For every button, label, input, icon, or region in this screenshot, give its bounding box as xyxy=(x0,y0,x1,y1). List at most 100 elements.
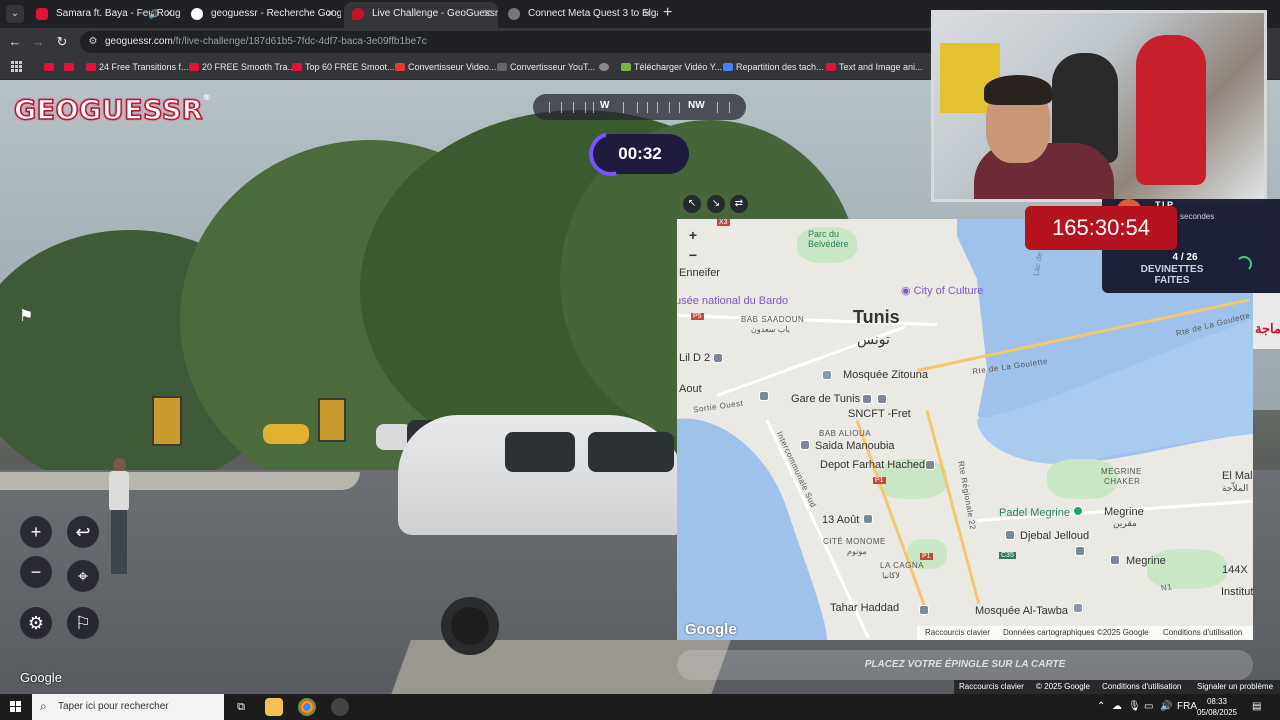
map-label: Parc du xyxy=(808,229,840,239)
bookmark-item[interactable]: Repartition des tach... xyxy=(723,56,824,80)
docs-icon xyxy=(723,63,733,71)
map-label: Aout xyxy=(679,383,702,395)
windows-taskbar: ⌕ Taper ici pour rechercher ⧉ ⌃ ☁ 🎙 ▭ 🔊 … xyxy=(0,694,1280,720)
tab-meta-quest[interactable]: Connect Meta Quest 3 to Elgato ✕ xyxy=(500,2,658,28)
tab-youtube[interactable]: Samara ft. Baya - Feu Rouge 🔊 ✕ xyxy=(28,2,180,28)
bookmark-item[interactable]: 20 FREE Smooth Tra... xyxy=(189,56,295,80)
map-terms-link[interactable]: Conditions d'utilisation xyxy=(1163,628,1242,637)
speaker-icon[interactable]: 🔊 xyxy=(149,2,160,26)
terms-link[interactable]: Conditions d'utilisation xyxy=(1102,682,1181,691)
map-label: 144X xyxy=(1222,564,1248,576)
notifications-icon[interactable]: ▤ xyxy=(1252,694,1261,720)
report-problem-link[interactable]: Signaler un problème xyxy=(1197,682,1273,691)
gaming-chair xyxy=(1136,35,1206,185)
map-label: BAB SAADOUN xyxy=(741,315,805,324)
car-wheel xyxy=(441,597,499,655)
map-label-text: City of Culture xyxy=(913,285,984,297)
microphone-icon[interactable]: 🎙 xyxy=(1128,694,1141,720)
guesses-label: DEVINETTES FAITES xyxy=(1140,264,1204,286)
windows-start-icon[interactable] xyxy=(10,701,22,713)
shrink-map-icon[interactable]: ↘ xyxy=(707,195,725,213)
taxi xyxy=(263,424,309,444)
copyright: © 2025 Google xyxy=(1036,682,1090,691)
tray-chevron-icon[interactable]: ⌃ xyxy=(1097,694,1105,720)
bookmark-youtube-1[interactable] xyxy=(44,56,57,80)
return-to-start-button[interactable]: ⌖ xyxy=(67,560,99,592)
seconds-label: secondes xyxy=(1180,212,1215,221)
registered-mark: ® xyxy=(202,93,212,102)
map-shortcuts-link[interactable]: Raccourcis clavier xyxy=(925,628,990,637)
shortcuts-link[interactable]: Raccourcis clavier xyxy=(959,682,1024,691)
tab-title: Samara ft. Baya - Feu Rouge xyxy=(56,8,180,19)
chrome-icon[interactable] xyxy=(298,698,316,716)
address-bar[interactable]: ⚙ geoguessr.com/fr/live-challenge/187d61… xyxy=(80,31,940,53)
bookmark-label: Télécharger Vidéo Y... xyxy=(634,62,723,72)
map-zoom-out[interactable]: − xyxy=(683,245,703,265)
site-info-icon[interactable]: ⚙ xyxy=(86,35,100,49)
network-icon[interactable]: ☁ xyxy=(1112,694,1122,720)
webcam-overlay xyxy=(931,10,1267,202)
obs-icon[interactable] xyxy=(331,698,349,716)
tab-google-search[interactable]: geoguessr - Recherche Google ✕ xyxy=(183,2,341,28)
expand-map-icon[interactable]: ↖ xyxy=(683,195,701,213)
report-location-icon[interactable]: ⚑ xyxy=(19,306,41,328)
forward-icon[interactable]: → xyxy=(29,33,47,51)
globe-icon xyxy=(599,63,609,71)
new-tab-button[interactable]: + xyxy=(663,4,672,22)
apps-grid-icon[interactable] xyxy=(11,61,23,73)
logo-text: GEOGUESSR xyxy=(13,94,204,127)
youtube-icon xyxy=(292,63,302,71)
route-shield: P5 xyxy=(691,313,704,320)
bookmark-item[interactable]: Télécharger Vidéo Y... xyxy=(621,56,722,80)
tab-search-button[interactable]: ⌄ xyxy=(6,5,24,23)
undo-move-button[interactable]: ↩ xyxy=(67,516,99,548)
volume-icon[interactable]: 🔊 xyxy=(1160,694,1172,720)
back-icon[interactable]: ← xyxy=(6,33,24,51)
bookmark-item[interactable]: 24 Free Transitions f... xyxy=(86,56,189,80)
task-view-icon[interactable]: ⧉ xyxy=(232,698,250,716)
url-host: geoguessr.com xyxy=(105,36,173,47)
flag-button[interactable]: ⚐ xyxy=(67,607,99,639)
bookmark-globe[interactable] xyxy=(599,56,612,80)
close-tab-icon[interactable]: ✕ xyxy=(326,2,335,26)
map-data-credit: Données cartographiques ©2025 Google xyxy=(1003,628,1149,637)
display-icon[interactable]: ▭ xyxy=(1144,694,1153,720)
tab-geoguessr[interactable]: Live Challenge - GeoGuessr ✕ xyxy=(344,2,498,28)
clock[interactable]: 08:33 05/08/2025 xyxy=(1195,696,1239,718)
clock-time: 08:33 xyxy=(1206,697,1228,706)
zoom-out-button[interactable]: − xyxy=(20,556,52,588)
close-tab-icon[interactable]: ✕ xyxy=(165,2,174,26)
settings-button[interactable]: ⚙ xyxy=(20,607,52,639)
loading-spinner-icon xyxy=(1236,256,1252,272)
bookmark-youtube-2[interactable] xyxy=(64,56,77,80)
metro-icon xyxy=(1110,555,1120,565)
close-tab-icon[interactable]: ✕ xyxy=(483,2,492,26)
file-explorer-icon[interactable] xyxy=(265,698,283,716)
map-footer: Raccourcis clavier Données cartographiqu… xyxy=(917,626,1253,640)
geoguessr-logo[interactable]: GEOGUESSR ® xyxy=(13,93,210,127)
map-label: Belvédère xyxy=(808,239,849,249)
bookmark-item[interactable]: Top 60 FREE Smoot... xyxy=(292,56,395,80)
taskbar-search[interactable]: ⌕ Taper ici pour rechercher xyxy=(32,694,224,720)
bookmark-item[interactable]: Convertisseur Video... xyxy=(395,56,496,80)
zoom-in-button[interactable]: + xyxy=(20,516,52,548)
map-label: Tahar Haddad xyxy=(830,602,900,614)
metro-icon xyxy=(800,440,810,450)
map-label: usée national du Bardo xyxy=(677,295,789,307)
google-icon xyxy=(191,8,203,20)
map-label: ◉ City of Culture xyxy=(901,284,983,297)
bookmark-item[interactable]: Convertisseur YouT... xyxy=(497,56,595,80)
place-pin-button[interactable]: PLACEZ VOTRE ÉPINGLE SUR LA CARTE xyxy=(677,650,1253,680)
close-tab-icon[interactable]: ✕ xyxy=(643,2,652,26)
route-shield: P1 xyxy=(873,477,886,484)
reload-icon[interactable]: ↻ xyxy=(53,33,71,51)
url-path: /fr/live-challenge/187d61b5-7fdc-4df7-ba… xyxy=(172,36,427,47)
map-city-label-ar: تونس xyxy=(857,331,890,347)
language-indicator[interactable]: FRA xyxy=(1177,694,1197,720)
pin-map-icon[interactable]: ⇄ xyxy=(730,195,748,213)
bookmark-item[interactable]: Text and Image ani... xyxy=(826,56,923,80)
metro-icon xyxy=(863,514,873,524)
pedestrian xyxy=(105,458,133,576)
map-label: لاكانيا xyxy=(882,571,900,580)
map-zoom-in[interactable]: + xyxy=(683,225,703,245)
